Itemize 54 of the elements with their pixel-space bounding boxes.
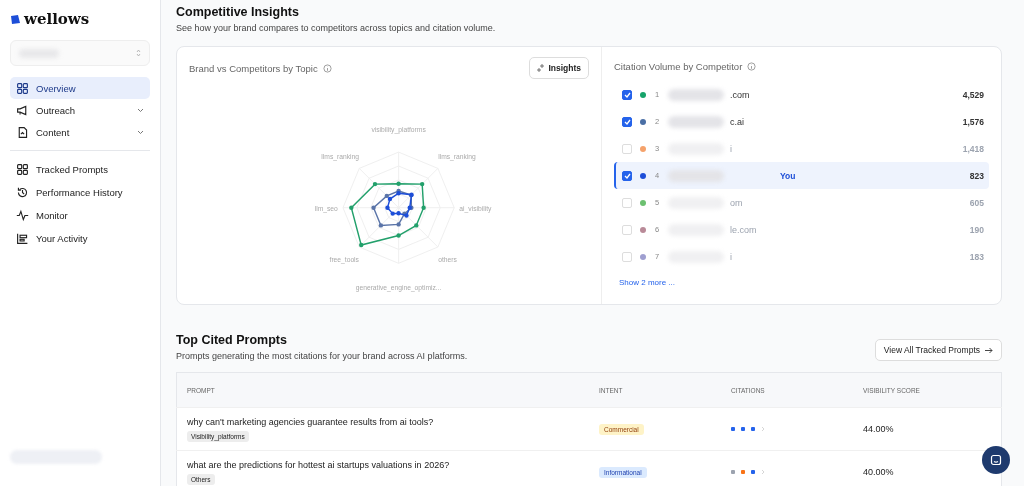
nav-item[interactable]: Tracked Prompts [10, 158, 150, 181]
show-more-link[interactable]: Show 2 more ... [619, 278, 676, 287]
citation-count: 605 [969, 197, 984, 208]
competitor-name: le.com [730, 224, 757, 235]
sparkle-icon [537, 64, 546, 72]
citation-count: 190 [969, 224, 984, 235]
pulse-icon [16, 209, 29, 222]
checkbox[interactable] [622, 116, 632, 127]
nav-item[interactable]: Your Activity [10, 227, 150, 250]
citation-count: 183 [969, 251, 984, 262]
citation-count: 823 [969, 170, 984, 181]
nav-item[interactable]: Content [10, 121, 150, 143]
grid-icon [16, 81, 29, 95]
competitor-name: om [730, 197, 743, 208]
prompt-text: why can't marketing agencies guarantee results from ai tools? [187, 416, 435, 427]
workspace-selector[interactable] [10, 40, 150, 66]
grid-icon [16, 163, 29, 176]
chevron-right-icon [761, 426, 765, 432]
competitor-name: .com [730, 89, 750, 100]
nav-item[interactable]: Performance History [10, 181, 150, 204]
competitor-name: You [780, 170, 796, 181]
document-icon [16, 125, 29, 139]
chevron-right-icon [761, 469, 765, 475]
nav-item[interactable]: Overview [10, 77, 150, 99]
info-icon [747, 62, 757, 71]
checkbox[interactable] [622, 170, 632, 181]
prompt-text: what are the predictions for hottest ai startups valuations in 2026? [187, 459, 451, 470]
citation-count: 4,529 [962, 89, 984, 100]
logo-mark-icon [10, 13, 21, 25]
insights-button[interactable]: Insights [529, 57, 589, 79]
section-title: Competitive Insights [176, 5, 300, 19]
up-down-chevron-icon [136, 49, 141, 57]
chat-button[interactable] [982, 446, 1010, 474]
arrow-right-icon [985, 346, 993, 354]
citation-count: 1,576 [962, 116, 984, 127]
blurred-name [668, 88, 724, 101]
competitor-name: c.ai [730, 116, 744, 127]
nav-item[interactable]: Outreach [10, 99, 150, 121]
view-all-button[interactable]: View All Tracked Prompts [874, 339, 1002, 361]
section-subtitle: Prompts generating the most citations for your brand across AI platforms. [176, 351, 468, 361]
blurred-name [668, 115, 724, 128]
section-subtitle: See how your brand compares to competitors across topics and citation volume. [176, 23, 497, 33]
logo-text: wellows [24, 10, 90, 28]
checkbox[interactable] [622, 89, 632, 100]
citation-count: 1,418 [962, 143, 984, 154]
chat-icon [990, 454, 1002, 466]
history-icon [16, 186, 29, 199]
chart-title: Brand vs Competitors by Topic [189, 62, 318, 74]
megaphone-icon [16, 103, 29, 117]
info-icon [322, 63, 332, 73]
chart-icon [16, 232, 29, 245]
section-title: Top Cited Prompts [176, 333, 288, 347]
nav-item[interactable]: Monitor [10, 204, 150, 227]
list-title: Citation Volume by Competitor [614, 61, 743, 72]
